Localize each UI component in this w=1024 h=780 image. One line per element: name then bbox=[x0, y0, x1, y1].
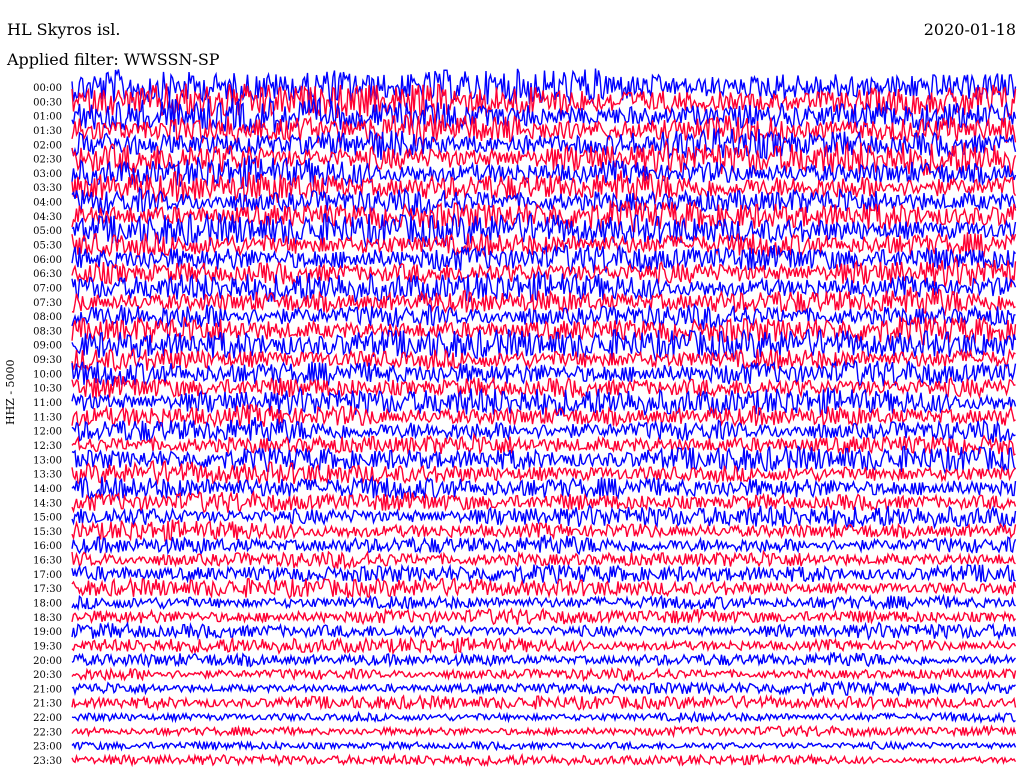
tick-label-2130: 21:30 bbox=[33, 699, 62, 710]
trace-2030 bbox=[71, 666, 1017, 683]
trace-1900 bbox=[71, 621, 1017, 641]
tick-label-1730: 17:30 bbox=[33, 584, 62, 595]
tick-label-1330: 13:30 bbox=[33, 470, 62, 481]
tick-label-1000: 10:00 bbox=[33, 369, 62, 380]
tick-label-1830: 18:30 bbox=[33, 613, 62, 624]
tick-label-2030: 20:30 bbox=[33, 670, 62, 681]
trace-1930 bbox=[71, 635, 1017, 656]
tick-label-2200: 22:00 bbox=[33, 713, 62, 724]
tick-label-1230: 12:30 bbox=[33, 441, 62, 452]
trace-0530 bbox=[71, 231, 1017, 260]
tick-label-0500: 05:00 bbox=[33, 226, 62, 237]
trace-1330 bbox=[71, 459, 1017, 486]
trace-0800 bbox=[71, 303, 1016, 330]
tick-label-1930: 19:30 bbox=[33, 641, 62, 652]
tick-label-1100: 11:00 bbox=[33, 398, 62, 409]
tick-label-1600: 16:00 bbox=[33, 541, 62, 552]
tick-label-2100: 21:00 bbox=[33, 684, 62, 695]
tick-label-1030: 10:30 bbox=[33, 384, 62, 395]
tick-label-0200: 02:00 bbox=[33, 140, 62, 151]
tick-label-2300: 23:00 bbox=[33, 742, 62, 753]
tick-label-0330: 03:30 bbox=[33, 183, 62, 194]
trace-2000 bbox=[71, 651, 1017, 669]
tick-label-0730: 07:30 bbox=[33, 298, 62, 309]
tick-label-0930: 09:30 bbox=[33, 355, 62, 366]
tick-label-0900: 09:00 bbox=[33, 341, 62, 352]
applied-filter-label: Applied filter: WWSSN-SP bbox=[7, 50, 220, 69]
tick-label-0100: 01:00 bbox=[33, 112, 62, 123]
tick-label-1700: 17:00 bbox=[33, 570, 62, 581]
tick-label-2000: 20:00 bbox=[33, 656, 62, 667]
trace-1600 bbox=[71, 534, 1017, 556]
tick-label-1430: 14:30 bbox=[33, 498, 62, 509]
tick-label-0430: 04:30 bbox=[33, 212, 62, 223]
tick-label-0130: 01:30 bbox=[33, 126, 62, 137]
trace-1700 bbox=[71, 562, 1016, 585]
tick-label-1200: 12:00 bbox=[33, 427, 62, 438]
tick-label-1500: 15:00 bbox=[33, 513, 62, 524]
trace-2300 bbox=[71, 739, 1017, 752]
tick-label-0530: 05:30 bbox=[33, 241, 62, 252]
trace-2130 bbox=[71, 694, 1017, 712]
tick-label-0600: 06:00 bbox=[33, 255, 62, 266]
tick-label-0800: 08:00 bbox=[33, 312, 62, 323]
trace-2230 bbox=[71, 724, 1017, 739]
time-tick-labels: 00:00 00:30 01:00 01:30 02:00 02:30 03:00 03:30… bbox=[33, 83, 62, 767]
tick-label-1130: 11:30 bbox=[33, 412, 62, 423]
trace-group bbox=[71, 68, 1017, 768]
tick-label-1300: 13:00 bbox=[33, 455, 62, 466]
trace-2200 bbox=[71, 710, 1016, 725]
trace-1300 bbox=[71, 445, 1017, 474]
seismogram-plot: 00:00 00:30 01:00 01:30 02:00 02:30 03:00 03:30… bbox=[33, 68, 1017, 768]
tick-label-0000: 00:00 bbox=[33, 83, 62, 94]
trace-1800 bbox=[71, 593, 1016, 612]
tick-label-1630: 16:30 bbox=[33, 556, 62, 567]
tick-label-2330: 23:30 bbox=[33, 756, 62, 767]
tick-label-1900: 19:00 bbox=[33, 627, 62, 638]
tick-label-0830: 08:30 bbox=[33, 326, 62, 337]
trace-0400 bbox=[71, 186, 1017, 217]
tick-label-0400: 04:00 bbox=[33, 198, 62, 209]
tick-label-0630: 06:30 bbox=[33, 269, 62, 280]
tick-label-0230: 02:30 bbox=[33, 155, 62, 166]
tick-label-1530: 15:30 bbox=[33, 527, 62, 538]
trace-2100 bbox=[71, 680, 1016, 698]
tick-label-0030: 00:30 bbox=[33, 97, 62, 108]
trace-2330 bbox=[71, 752, 1017, 768]
tick-label-0700: 07:00 bbox=[33, 283, 62, 294]
tick-label-1400: 14:00 bbox=[33, 484, 62, 495]
tick-label-2230: 22:30 bbox=[33, 727, 62, 738]
trace-1630 bbox=[71, 549, 1016, 571]
tick-label-0300: 03:00 bbox=[33, 169, 62, 180]
tick-label-1800: 18:00 bbox=[33, 598, 62, 609]
trace-1830 bbox=[71, 607, 1017, 626]
